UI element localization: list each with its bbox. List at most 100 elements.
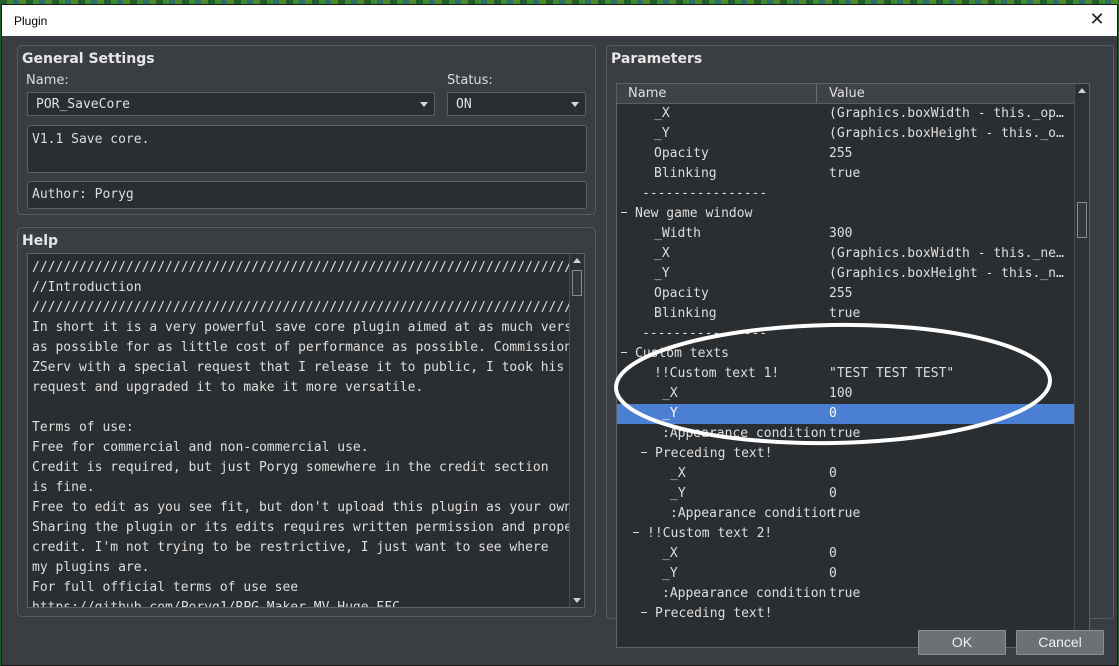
help-line: In short it is a very powerful save core… — [32, 320, 585, 335]
help-scrollbar[interactable] — [569, 254, 584, 607]
scroll-up-icon[interactable] — [1078, 88, 1086, 93]
parameter-row[interactable]: _Y (Graphics.boxHeight - this._option… — [617, 124, 1075, 144]
parameter-name: _Y — [654, 126, 670, 141]
parameter-row[interactable]: :Appearance condition true — [617, 424, 1075, 444]
parameter-name: Preceding text! — [655, 446, 773, 461]
author-text: Author: Poryg — [32, 187, 134, 202]
parameter-value: 300 — [829, 226, 853, 241]
parameter-row[interactable]: ---------------- — [617, 184, 1075, 204]
parameter-row[interactable]: _Y 0 — [617, 484, 1075, 504]
description-field[interactable]: V1.1 Save core. — [27, 125, 587, 173]
parameter-row[interactable]: _Width 300 — [617, 224, 1075, 244]
help-heading: Help — [22, 233, 59, 249]
help-panel: Help ///////////////////////////////////… — [17, 227, 596, 617]
parameter-name: _Y — [670, 486, 686, 501]
collapse-icon[interactable] — [641, 612, 647, 613]
help-text-area[interactable]: ////////////////////////////////////////… — [27, 253, 585, 608]
parameter-value: true — [829, 426, 861, 441]
name-label: Name: — [26, 73, 69, 88]
parameter-name: ---------------- — [642, 326, 768, 341]
parameters-scroll-thumb[interactable] — [1077, 202, 1087, 238]
parameter-value: 255 — [829, 286, 853, 301]
status-select[interactable]: ON — [447, 92, 586, 116]
parameter-name: Custom texts — [635, 346, 729, 361]
parameter-name: Preceding text! — [655, 606, 773, 621]
parameter-value: true — [829, 586, 861, 601]
parameter-value: 0 — [829, 466, 837, 481]
collapse-icon[interactable] — [641, 452, 647, 453]
parameter-name: New game window — [635, 206, 753, 221]
help-text: ////////////////////////////////////////… — [32, 258, 585, 607]
parameter-row[interactable]: _X 0 — [617, 464, 1075, 484]
parameter-name: Blinking — [654, 306, 717, 321]
scroll-down-icon[interactable] — [573, 598, 581, 603]
help-line: is fine. — [32, 480, 95, 495]
parameter-row[interactable]: _Y (Graphics.boxHeight - this._newgam… — [617, 264, 1075, 284]
parameter-name: :Appearance condition — [662, 426, 827, 441]
parameter-row[interactable]: _Y 0 — [617, 404, 1075, 424]
parameter-row[interactable]: !!Custom text 2! — [617, 524, 1075, 544]
parameter-rows: _X (Graphics.boxWidth - this._options… _Y (… — [617, 104, 1075, 624]
parameter-value: 255 — [829, 146, 853, 161]
help-line: ////////////////////////////////////////… — [32, 300, 585, 315]
ok-button[interactable]: OK — [918, 630, 1006, 655]
parameter-row[interactable]: Custom texts — [617, 344, 1075, 364]
parameter-name: ---------------- — [642, 186, 768, 201]
parameter-value: 0 — [829, 546, 837, 561]
parameter-row[interactable]: Opacity 255 — [617, 284, 1075, 304]
chevron-down-icon — [420, 102, 428, 107]
help-line: Free for commercial and non-commercial u… — [32, 440, 369, 455]
column-value-header[interactable]: Value — [829, 86, 865, 101]
parameter-row[interactable]: Opacity 255 — [617, 144, 1075, 164]
parameter-row[interactable]: Blinking true — [617, 304, 1075, 324]
parameter-value: (Graphics.boxHeight - this._newgam… — [829, 266, 1069, 281]
scroll-up-icon[interactable] — [573, 258, 581, 263]
parameter-name: :Appearance condition — [662, 586, 827, 601]
parameter-row[interactable]: _X 100 — [617, 384, 1075, 404]
parameter-name: :Appearance condition — [670, 506, 835, 521]
plugin-dialog: Plugin ✕ General Settings Name: POR_Save… — [1, 4, 1118, 666]
column-separator[interactable] — [816, 84, 817, 103]
column-name-header[interactable]: Name — [628, 86, 666, 101]
parameter-value: 100 — [829, 386, 853, 401]
chevron-down-icon — [571, 102, 579, 107]
help-line: request and upgraded it to make it more … — [32, 380, 424, 395]
help-line: Credit is required, but just Poryg somew… — [32, 460, 549, 475]
name-select[interactable]: POR_SaveCore — [27, 92, 435, 116]
parameter-name: _X — [654, 246, 670, 261]
close-icon[interactable]: ✕ — [1087, 10, 1107, 30]
title-bar: Plugin ✕ — [2, 5, 1117, 36]
help-line: Free to edit as you see fit, but don't u… — [32, 500, 580, 515]
parameter-row[interactable]: Preceding text! — [617, 604, 1075, 624]
cancel-button[interactable]: Cancel — [1016, 630, 1104, 655]
collapse-icon[interactable] — [633, 532, 639, 533]
parameter-row[interactable]: New game window — [617, 204, 1075, 224]
parameter-name: _X — [654, 106, 670, 121]
help-scroll-thumb[interactable] — [572, 270, 582, 296]
parameter-name: _X — [662, 546, 678, 561]
parameter-row[interactable]: ---------------- — [617, 324, 1075, 344]
parameter-row[interactable]: !!Custom text 1! "TEST TEST TEST" — [617, 364, 1075, 384]
parameter-row[interactable]: _X (Graphics.boxWidth - this._newgame… — [617, 244, 1075, 264]
parameter-value: true — [829, 166, 861, 181]
parameter-row[interactable]: Preceding text! — [617, 444, 1075, 464]
author-field[interactable]: Author: Poryg — [27, 181, 587, 209]
collapse-icon[interactable] — [621, 212, 627, 213]
collapse-icon[interactable] — [621, 352, 627, 353]
help-line: ZServ with a special request that I rele… — [32, 360, 565, 375]
parameter-row[interactable]: Blinking true — [617, 164, 1075, 184]
parameter-name: Blinking — [654, 166, 717, 181]
parameter-value: 0 — [829, 486, 837, 501]
parameter-row[interactable]: _X (Graphics.boxWidth - this._options… — [617, 104, 1075, 124]
help-line: Sharing the plugin or its edits requires… — [32, 520, 580, 535]
parameters-panel: Parameters Name Value _X (Graphics.boxWid… — [606, 45, 1114, 648]
parameters-scrollbar[interactable] — [1074, 84, 1089, 647]
parameter-row[interactable]: _Y 0 — [617, 564, 1075, 584]
parameter-row[interactable]: :Appearance condition true — [617, 584, 1075, 604]
parameter-row[interactable]: :Appearance condition true — [617, 504, 1075, 524]
parameter-row[interactable]: _X 0 — [617, 544, 1075, 564]
parameters-heading: Parameters — [611, 51, 703, 67]
parameter-name: _X — [670, 466, 686, 481]
parameter-value: "TEST TEST TEST" — [829, 366, 955, 381]
window-title: Plugin — [14, 14, 48, 28]
